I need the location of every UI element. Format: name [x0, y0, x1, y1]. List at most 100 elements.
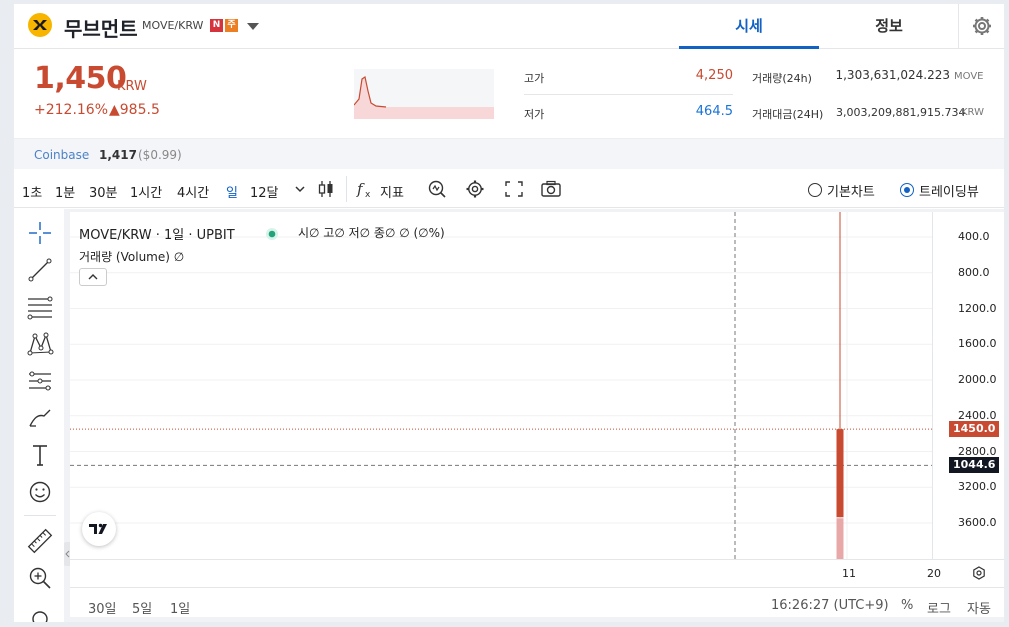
clock-timezone[interactable]: 16:26:27 (UTC+9)	[771, 598, 889, 613]
range-30d[interactable]: 30일	[88, 598, 117, 617]
low-value: 464.5	[695, 104, 733, 119]
camera-icon[interactable]	[540, 179, 562, 199]
volume-legend: 거래량 (Volume) ∅	[79, 250, 185, 264]
text-tool-icon[interactable]	[26, 441, 54, 469]
zoom-in-icon[interactable]	[26, 564, 54, 592]
range-5d[interactable]: 5일	[132, 598, 152, 617]
exchange-name[interactable]: Coinbase	[34, 148, 89, 162]
timeframe-1s[interactable]: 1초	[22, 182, 42, 201]
magnet-icon[interactable]	[26, 607, 54, 622]
coin-name: 무브먼트	[64, 17, 138, 41]
stats-divider	[524, 94, 733, 95]
price-axis-border	[932, 212, 933, 559]
coin-dropdown-icon[interactable]	[247, 23, 259, 30]
radio-tradingview[interactable]	[900, 183, 914, 197]
chevron-up-icon	[88, 274, 98, 280]
timeframe-4h[interactable]: 4시간	[177, 182, 209, 201]
percent-toggle[interactable]: %	[901, 598, 913, 613]
price-chart[interactable]: 3600.0 3200.0 2800.0 2400.0 2000.0 1600.0 1200…	[70, 212, 1004, 617]
y-tick: 400.0	[958, 230, 990, 243]
x-tick: 11	[842, 567, 856, 580]
radio-basic-chart[interactable]	[808, 183, 822, 197]
sparkline	[353, 69, 494, 119]
header: 무브먼트 MOVE/KRW N 주 시세 정보	[14, 4, 1004, 49]
low-label: 저가	[524, 108, 545, 121]
exchange-price: 1,417	[99, 148, 137, 162]
volume-unit: MOVE	[954, 71, 984, 82]
svg-text:f: f	[356, 180, 365, 198]
volume-value: 1,303,631,024.223	[835, 68, 950, 82]
market-status-icon	[266, 228, 278, 240]
y-tick: 1200.0	[958, 301, 997, 315]
y-tick: 3200.0	[958, 480, 997, 494]
legend-collapse-button[interactable]	[79, 268, 107, 286]
drawing-toolbar	[14, 209, 64, 622]
radio-tradingview-label: 트레이딩뷰	[919, 185, 979, 200]
amount-unit: KRW	[961, 107, 984, 118]
svg-text:x: x	[365, 190, 371, 199]
indicator-fx-icon[interactable]: f x	[354, 179, 376, 199]
y-tick: 2400.0	[958, 408, 997, 422]
bottom-bar: 30일 5일 1일 16:26:27 (UTC+9) % 로그 자동	[70, 587, 1004, 617]
y-tick: 2800.0	[958, 444, 997, 458]
pattern-icon[interactable]	[26, 330, 54, 358]
chevron-down-icon[interactable]	[289, 179, 311, 199]
y-tick: 3600.0	[958, 516, 997, 529]
chart-svg[interactable]	[70, 212, 1004, 559]
timeframe-1m[interactable]: 1분	[55, 182, 75, 201]
timeframe-1d[interactable]: 일	[226, 182, 238, 201]
trading-panel: 무브먼트 MOVE/KRW N 주 시세 정보 1,450 KRW +212.1…	[14, 4, 1004, 622]
settings-button[interactable]	[958, 4, 1004, 49]
gear-icon[interactable]	[464, 179, 486, 199]
high-value: 4,250	[695, 68, 733, 83]
chart-area: 3600.0 3200.0 2800.0 2400.0 2000.0 1600.0 1200…	[14, 209, 1004, 622]
change-percent: +212.16%	[34, 102, 109, 118]
alert-icon[interactable]	[426, 179, 448, 199]
tab-market[interactable]: 시세	[679, 4, 819, 49]
amount-label: 거래대금(24H)	[752, 108, 824, 121]
candle-type-icon[interactable]	[315, 179, 337, 199]
trend-line-icon[interactable]	[26, 256, 54, 284]
forecast-icon[interactable]	[26, 367, 54, 395]
x-tick: 20	[927, 567, 941, 580]
timeframe-1h[interactable]: 1시간	[130, 182, 162, 201]
volume-label: 거래량(24h)	[752, 72, 812, 85]
price-unit: KRW	[117, 79, 147, 94]
volume-bar	[836, 518, 844, 559]
current-price: 1,450	[34, 61, 127, 96]
crosshair-icon[interactable]	[26, 219, 54, 247]
time-axis[interactable]: 11 20	[70, 559, 1004, 587]
auto-toggle[interactable]: 자동	[967, 598, 991, 617]
fib-retracement-icon[interactable]	[26, 293, 54, 321]
brush-icon[interactable]	[26, 404, 54, 432]
log-toggle[interactable]: 로그	[927, 598, 951, 617]
y-tick: 2000.0	[958, 373, 997, 386]
fullscreen-icon[interactable]	[503, 179, 525, 199]
chart-toolbar: 1초 1분 30분 1시간 4시간 일 12달 f x 지표 기본차트 트레이딩…	[14, 170, 1004, 208]
tradingview-logo-icon[interactable]	[82, 512, 116, 546]
toolbar-divider	[346, 176, 347, 202]
range-1d[interactable]: 1일	[170, 598, 190, 617]
caution-badge: 주	[225, 19, 238, 32]
chart-legend-title: MOVE/KRW · 1일 · UPBIT	[79, 228, 235, 243]
timeframe-12mo[interactable]: 12달	[250, 182, 279, 201]
last-price-tag: 1450.0	[949, 421, 1000, 438]
change-absolute: ▲985.5	[109, 102, 160, 118]
ruler-icon[interactable]	[26, 527, 54, 555]
chart-legend-ohlc: 시∅ 고∅ 저∅ 종∅ ∅ (∅%)	[298, 226, 445, 240]
radio-basic-label: 기본차트	[827, 185, 875, 200]
tab-info[interactable]: 정보	[819, 4, 959, 49]
gear-icon	[973, 17, 991, 35]
crosshair-price-tag: 1044.6	[949, 457, 1000, 474]
coin-logo-icon	[28, 13, 52, 37]
timeframe-30m[interactable]: 30분	[89, 182, 118, 201]
y-tick: 1600.0	[958, 337, 997, 351]
indicator-button[interactable]: 지표	[380, 182, 404, 201]
exchange-usd-price: ($0.99)	[138, 148, 182, 162]
amount-value: 3,003,209,881,915.734	[836, 106, 966, 119]
emoji-icon[interactable]	[26, 478, 54, 506]
y-tick: 800.0	[958, 265, 990, 279]
candle-body	[836, 429, 844, 518]
tools-divider	[24, 515, 56, 516]
axis-settings-icon[interactable]	[971, 565, 987, 581]
